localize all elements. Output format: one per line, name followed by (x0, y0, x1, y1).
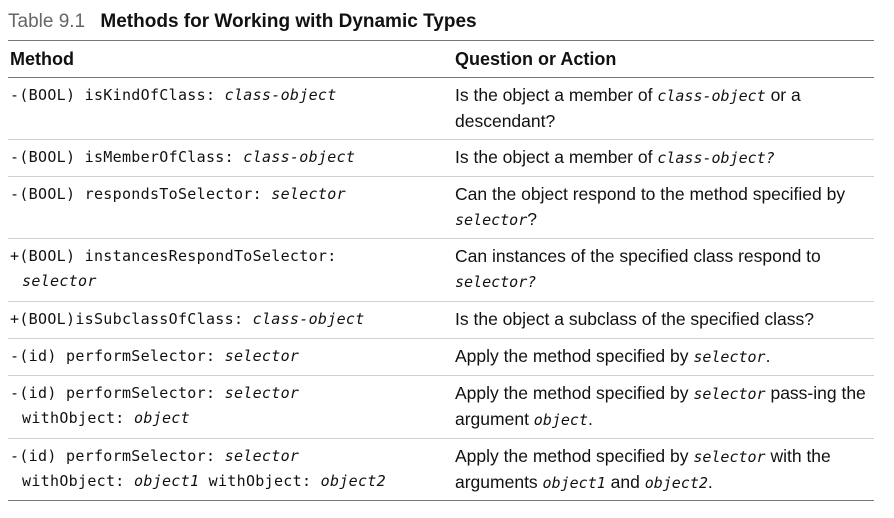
action-code: class-object? (657, 149, 775, 167)
table-row: -(id) performSelector: selector Apply th… (8, 339, 874, 376)
action-code: selector (693, 385, 766, 403)
action-text: Can instances of the specified class res… (455, 246, 821, 266)
action-cell: Apply the method specified by selector w… (455, 444, 874, 496)
method-cell: -(BOOL) isKindOfClass: class-object (8, 83, 455, 108)
method-argument: selector (224, 347, 300, 365)
action-cell: Can instances of the specified class res… (455, 244, 874, 295)
method-cell: -(BOOL) isMemberOfClass: class-object (8, 145, 455, 170)
action-text: Is the object a subclass of the specifie… (455, 309, 814, 329)
method-cell: -(id) performSelector: selector withObje… (8, 444, 455, 494)
table-caption: Table 9.1 Methods for Working with Dynam… (8, 8, 874, 40)
method-signature: +(BOOL) instancesRespondToSelector: (10, 247, 337, 265)
action-code: selector (455, 211, 528, 229)
action-text: and (605, 472, 645, 492)
header-action: Question or Action (455, 48, 617, 69)
method-signature: -(id) performSelector: (10, 384, 225, 402)
method-signature: withObject: (22, 409, 134, 427)
method-signature: withObject: (22, 472, 134, 490)
method-cell: +(BOOL)isSubclassOfClass: class-object (8, 307, 455, 332)
action-text: . (765, 346, 771, 366)
method-cell: -(id) performSelector: selector (8, 344, 455, 369)
method-signature: -(id) performSelector: (10, 447, 225, 465)
method-signature: -(BOOL) isMemberOfClass: (10, 148, 244, 166)
table-title: Methods for Working with Dynamic Types (100, 11, 477, 32)
method-argument: selector (271, 185, 346, 203)
method-cell: -(id) performSelector: selector withObje… (8, 381, 455, 431)
method-argument: selector (224, 447, 300, 465)
method-cell: -(BOOL) respondsToSelector: selector (8, 182, 455, 207)
action-cell: Apply the method specified by selector p… (455, 381, 874, 433)
method-argument: selector (224, 384, 300, 402)
method-argument: object1 (133, 472, 200, 490)
method-signature: -(BOOL) respondsToSelector: (10, 185, 272, 203)
action-text: Can the object respond to the method spe… (455, 184, 846, 204)
action-text: ? (527, 209, 537, 229)
action-cell: Is the object a member of class-object o… (455, 83, 874, 134)
method-argument: selector (22, 272, 97, 290)
header-method: Method (10, 48, 74, 69)
action-text: Apply the method specified by (455, 346, 694, 366)
method-cell: +(BOOL) instancesRespondToSelector: sele… (8, 244, 455, 294)
table-row: -(BOOL) respondsToSelector: selector Can… (8, 177, 874, 239)
method-signature: +(BOOL)isSubclassOfClass: (10, 310, 253, 328)
method-argument: object2 (320, 472, 386, 490)
method-argument: object (133, 409, 190, 427)
action-text: Apply the method specified by (455, 383, 694, 403)
action-cell: Is the object a member of class-object? (455, 145, 874, 171)
table-row: -(id) performSelector: selector withObje… (8, 439, 874, 501)
method-signature: withObject: (199, 472, 321, 490)
table-row: -(BOOL) isKindOfClass: class-object Is t… (8, 78, 874, 140)
method-signature: -(BOOL) isKindOfClass: (10, 86, 225, 104)
method-argument: class-object (224, 86, 337, 104)
document-page: Table 9.1 Methods for Working with Dynam… (8, 8, 874, 501)
table-header: Method Question or Action (8, 41, 874, 78)
action-code: selector (693, 348, 766, 366)
method-signature: -(id) performSelector: (10, 347, 225, 365)
table-row: -(id) performSelector: selector withObje… (8, 376, 874, 439)
action-text: Is the object a member of (455, 85, 658, 105)
action-code: selector? (455, 273, 537, 291)
method-argument: class-object (243, 148, 356, 166)
action-cell: Apply the method specified by selector. (455, 344, 874, 370)
action-code: class-object (657, 87, 766, 105)
table-row: +(BOOL)isSubclassOfClass: class-object I… (8, 302, 874, 339)
table-row: -(BOOL) isMemberOfClass: class-object Is… (8, 140, 874, 177)
action-cell: Is the object a subclass of the specifie… (455, 307, 874, 332)
table-number: Table 9.1 (8, 11, 86, 32)
action-text: . (587, 409, 593, 429)
action-code: selector (693, 448, 766, 466)
action-code: object2 (644, 474, 708, 492)
action-text: . (707, 472, 713, 492)
method-argument: class-object (252, 310, 365, 328)
action-code: object (533, 411, 588, 429)
action-text: Apply the method specified by (455, 446, 694, 466)
action-code: object1 (542, 474, 606, 492)
action-text: Is the object a member of (455, 147, 658, 167)
action-cell: Can the object respond to the method spe… (455, 182, 874, 233)
table-row: +(BOOL) instancesRespondToSelector: sele… (8, 239, 874, 302)
